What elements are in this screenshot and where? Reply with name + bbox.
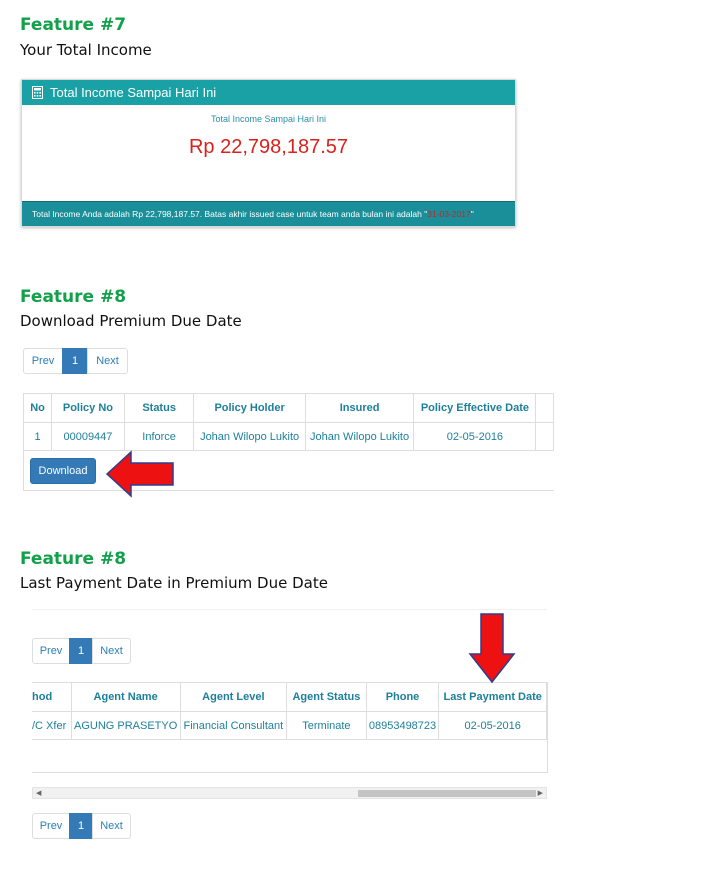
- col-header-policy-holder[interactable]: Policy Holder: [193, 393, 306, 423]
- col-header-status[interactable]: Status: [123, 393, 195, 423]
- table-left-border: [23, 393, 24, 491]
- next-button[interactable]: Next: [87, 348, 128, 374]
- panel-footer: Total Income Anda adalah Rp 22,798,187.5…: [22, 201, 515, 226]
- premium-due-table-container: No Policy No Status Policy Holder Insure…: [23, 393, 554, 491]
- pagination-bottom: Prev 1 Next: [32, 813, 131, 839]
- cell-agent-name: AGUNG PRASETYO: [70, 711, 181, 740]
- col-header-phone[interactable]: Phone: [365, 682, 440, 712]
- col-header-cut: [535, 393, 554, 423]
- cell-insured: Johan Wilopo Lukito: [304, 422, 415, 451]
- total-income-panel: Total Income Sampai Hari Ini Total Incom…: [21, 79, 516, 227]
- premium-due-table: No Policy No Status Policy Holder Insure…: [23, 393, 554, 451]
- col-header-agent-status[interactable]: Agent Status: [286, 682, 367, 712]
- horizontal-scrollbar[interactable]: ◀ ▶: [32, 787, 547, 799]
- footer-quote: ": [470, 209, 474, 219]
- col-header-agent-level[interactable]: Agent Level: [179, 682, 288, 712]
- download-button[interactable]: Download: [30, 458, 96, 484]
- col-header-agent-name[interactable]: Agent Name: [70, 682, 181, 712]
- feature-8-title-2: Feature #8: [20, 549, 127, 569]
- scroll-right-icon[interactable]: ▶: [538, 789, 543, 797]
- left-arrow-icon: [105, 450, 174, 498]
- page-1-button[interactable]: 1: [69, 813, 93, 839]
- feature-7-title: Feature #7: [20, 15, 127, 35]
- feature-8-subtitle: Download Premium Due Date: [20, 312, 242, 330]
- cell-cut: [535, 422, 554, 451]
- content-top-edge: [32, 609, 547, 610]
- down-arrow-icon: [468, 613, 516, 684]
- prev-button[interactable]: Prev: [32, 813, 70, 839]
- footer-text: Total Income Anda adalah Rp 22,798,187.5…: [32, 209, 428, 219]
- col-header-no[interactable]: No: [23, 393, 53, 423]
- panel-header: Total Income Sampai Hari Ini: [22, 80, 515, 105]
- feature-8-title: Feature #8: [20, 287, 127, 307]
- cell-agent-status: Terminate: [286, 711, 367, 740]
- table-row: 1 00009447 Inforce Johan Wilopo Lukito J…: [23, 422, 554, 451]
- col-header-policy-no[interactable]: Policy No: [51, 393, 125, 423]
- col-header-method[interactable]: hod: [32, 682, 72, 712]
- prev-button[interactable]: Prev: [23, 348, 63, 374]
- cell-policy-holder: Johan Wilopo Lukito: [193, 422, 306, 451]
- panel-header-title: Total Income Sampai Hari Ini: [50, 85, 217, 100]
- prev-button[interactable]: Prev: [32, 638, 70, 664]
- pagination-top: Prev 1 Next: [32, 638, 131, 664]
- table-row: /C Xfer AGUNG PRASETYO Financial Consult…: [32, 711, 547, 740]
- next-button[interactable]: Next: [92, 813, 131, 839]
- total-income-amount: Rp 22,798,187.57: [188, 136, 349, 158]
- cell-status: Inforce: [123, 422, 195, 451]
- next-button[interactable]: Next: [92, 638, 131, 664]
- cell-policy-effective-date: 02-05-2016: [413, 422, 537, 451]
- cell-phone: 08953498723: [365, 711, 440, 740]
- scrollbar-thumb[interactable]: [358, 790, 536, 797]
- feature-7-subtitle: Your Total Income: [20, 41, 152, 59]
- table-header-row: hod Agent Name Agent Level Agent Status …: [32, 682, 547, 712]
- col-header-policy-effective-date[interactable]: Policy Effective Date: [413, 393, 537, 423]
- calculator-icon: [32, 86, 43, 99]
- pagination: Prev 1 Next: [23, 348, 128, 374]
- feature-8-subtitle-2: Last Payment Date in Premium Due Date: [20, 574, 328, 592]
- page-1-button[interactable]: 1: [62, 348, 88, 374]
- cell-policy-no: 00009447: [51, 422, 125, 451]
- payment-table-container: hod Agent Name Agent Level Agent Status …: [32, 682, 548, 773]
- cell-no: 1: [23, 422, 53, 451]
- cell-agent-level: Financial Consultant: [179, 711, 288, 740]
- col-header-insured[interactable]: Insured: [304, 393, 415, 423]
- cell-method: /C Xfer: [32, 711, 72, 740]
- table-header-row: No Policy No Status Policy Holder Insure…: [23, 393, 554, 423]
- footer-deadline-date: 31-03-2017: [427, 209, 471, 219]
- page-1-button[interactable]: 1: [69, 638, 93, 664]
- total-income-label: Total Income Sampai Hari Ini: [210, 114, 327, 124]
- cell-last-payment-date: 02-05-2016: [438, 711, 547, 740]
- scroll-left-icon[interactable]: ◀: [36, 789, 41, 797]
- col-header-last-payment-date[interactable]: Last Payment Date: [438, 682, 547, 712]
- payment-table: hod Agent Name Agent Level Agent Status …: [32, 682, 547, 740]
